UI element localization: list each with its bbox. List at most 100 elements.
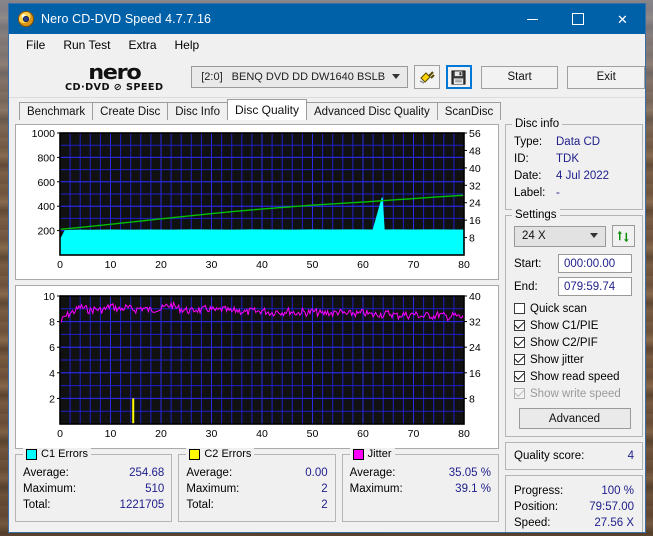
drive-select[interactable]: [2:0] BENQ DVD DD DW1640 BSLB <box>191 66 408 88</box>
start-button[interactable]: Start <box>481 66 559 89</box>
c1-total-label: Total: <box>23 497 51 513</box>
jitter-average-value: 35.05 % <box>449 465 491 481</box>
exit-button[interactable]: Exit <box>567 66 645 89</box>
c1-total-row: Total: 1221705 <box>23 497 164 513</box>
checkbox-show-c2-pif[interactable]: Show C2/PIF <box>514 334 635 351</box>
c2-jitter-chart: 24681081624324001020304050607080 <box>15 285 499 449</box>
disc-id-value: TDK <box>556 151 579 168</box>
c2-average-row: Average: 0.00 <box>186 465 327 481</box>
c1-errors-chart-canvas: 2004006008001000816243240485601020304050… <box>16 125 498 279</box>
c2-maximum-value: 2 <box>321 481 327 497</box>
svg-text:8: 8 <box>469 393 475 405</box>
maximize-icon <box>572 13 584 25</box>
check-icon <box>515 336 525 346</box>
checkbox-show-c2-pif-label: Show C2/PIF <box>530 337 598 349</box>
c1-average-value: 254.68 <box>129 465 164 481</box>
quality-score-value: 4 <box>628 450 634 462</box>
disc-label-label: Label: <box>514 185 556 202</box>
settings-legend: Settings <box>512 209 560 221</box>
svg-text:0: 0 <box>57 428 63 440</box>
tab-create-disc[interactable]: Create Disc <box>92 102 168 120</box>
maximize-button[interactable] <box>555 4 600 34</box>
menu-extra[interactable]: Extra <box>119 36 165 54</box>
refresh-arrows-icon <box>616 229 631 244</box>
menu-bar: File Run Test Extra Help <box>9 34 645 57</box>
drive-index: [2:0] <box>201 71 222 83</box>
c1-maximum-row: Maximum: 510 <box>23 481 164 497</box>
c1-average-row: Average: 254.68 <box>23 465 164 481</box>
c2-errors-legend-label: C2 Errors <box>204 448 251 460</box>
tab-disc-quality[interactable]: Disc Quality <box>227 99 307 120</box>
quality-score-box: Quality score: 4 <box>505 442 643 470</box>
refresh-button[interactable] <box>612 225 635 247</box>
jitter-legend: Jitter <box>350 448 395 460</box>
start-field-row: Start: 000:00.00 <box>514 254 635 273</box>
checkbox-show-write-speed: Show write speed <box>514 385 635 402</box>
position-label: Position: <box>514 499 558 515</box>
disc-date-row: Date: 4 Jul 2022 <box>514 168 635 185</box>
title-bar: Nero CD-DVD Speed 4.7.7.16 ✕ <box>9 4 645 34</box>
disc-type-value: Data CD <box>556 134 600 151</box>
nero-disc-icon <box>18 11 34 27</box>
speed-label: Speed: <box>514 515 550 531</box>
checkbox-show-read-speed-box <box>514 371 525 382</box>
checkbox-show-jitter-label: Show jitter <box>530 354 584 366</box>
svg-text:16: 16 <box>469 368 481 380</box>
disc-type-label: Type: <box>514 134 556 151</box>
svg-text:8: 8 <box>49 317 55 329</box>
svg-text:70: 70 <box>408 259 420 271</box>
start-label: Start: <box>514 258 558 270</box>
quality-score-label: Quality score: <box>514 450 584 462</box>
end-input[interactable]: 079:59.74 <box>558 277 632 296</box>
charts-column: 2004006008001000816243240485601020304050… <box>15 124 499 532</box>
tool-bar: nero CD·DVD ⊘ SPEED [2:0] BENQ DVD DD DW… <box>9 57 645 98</box>
checkbox-show-write-speed-box <box>514 388 525 399</box>
tab-content-disc-quality: 2004006008001000816243240485601020304050… <box>9 120 645 532</box>
svg-text:48: 48 <box>469 145 481 157</box>
minimize-icon <box>527 19 538 20</box>
checkbox-quick-scan[interactable]: Quick scan <box>514 300 635 317</box>
minimize-button[interactable] <box>510 4 555 34</box>
speed-value: 27.56 X <box>594 515 634 531</box>
checkbox-show-jitter[interactable]: Show jitter <box>514 351 635 368</box>
checkbox-show-c1-pie[interactable]: Show C1/PIE <box>514 317 635 334</box>
tab-scandisc[interactable]: ScanDisc <box>437 102 502 120</box>
check-icon <box>515 319 525 329</box>
jitter-maximum-row: Maximum: 39.1 % <box>350 481 491 497</box>
c1-average-label: Average: <box>23 465 69 481</box>
menu-file[interactable]: File <box>17 36 54 54</box>
checkbox-show-c2-pif-box <box>514 337 525 348</box>
speed-select[interactable]: 24 X <box>514 226 606 247</box>
svg-text:32: 32 <box>469 317 481 329</box>
svg-text:32: 32 <box>469 180 481 192</box>
advanced-button[interactable]: Advanced <box>519 408 631 429</box>
checkbox-show-read-speed[interactable]: Show read speed <box>514 368 635 385</box>
tab-advanced-disc-quality[interactable]: Advanced Disc Quality <box>306 102 438 120</box>
checkbox-show-c1-pie-box <box>514 320 525 331</box>
close-button[interactable]: ✕ <box>600 4 645 34</box>
svg-text:30: 30 <box>206 428 218 440</box>
disc-info-legend: Disc info <box>512 118 562 130</box>
svg-text:56: 56 <box>469 128 481 140</box>
svg-text:10: 10 <box>105 259 117 271</box>
c1-errors-stats: C1 Errors Average: 254.68 Maximum: 510 T… <box>15 454 172 522</box>
speed-row-status: Speed: 27.56 X <box>514 515 634 531</box>
menu-run-test[interactable]: Run Test <box>54 36 119 54</box>
svg-text:50: 50 <box>307 428 319 440</box>
eject-button[interactable] <box>414 65 440 89</box>
svg-text:70: 70 <box>408 428 420 440</box>
svg-text:80: 80 <box>458 428 470 440</box>
tab-benchmark[interactable]: Benchmark <box>19 102 93 120</box>
statistics-row: C1 Errors Average: 254.68 Maximum: 510 T… <box>15 454 499 522</box>
svg-text:40: 40 <box>256 259 268 271</box>
menu-help[interactable]: Help <box>166 36 209 54</box>
tab-disc-info[interactable]: Disc Info <box>167 102 228 120</box>
end-label: End: <box>514 281 558 293</box>
checkbox-show-jitter-box <box>514 354 525 365</box>
svg-text:10: 10 <box>43 291 55 303</box>
svg-text:8: 8 <box>469 233 475 245</box>
nero-logo: nero CD·DVD ⊘ SPEED <box>47 62 181 93</box>
speed-select-value: 24 X <box>522 230 546 242</box>
start-input[interactable]: 000:00.00 <box>558 254 632 273</box>
save-button[interactable] <box>446 65 472 89</box>
